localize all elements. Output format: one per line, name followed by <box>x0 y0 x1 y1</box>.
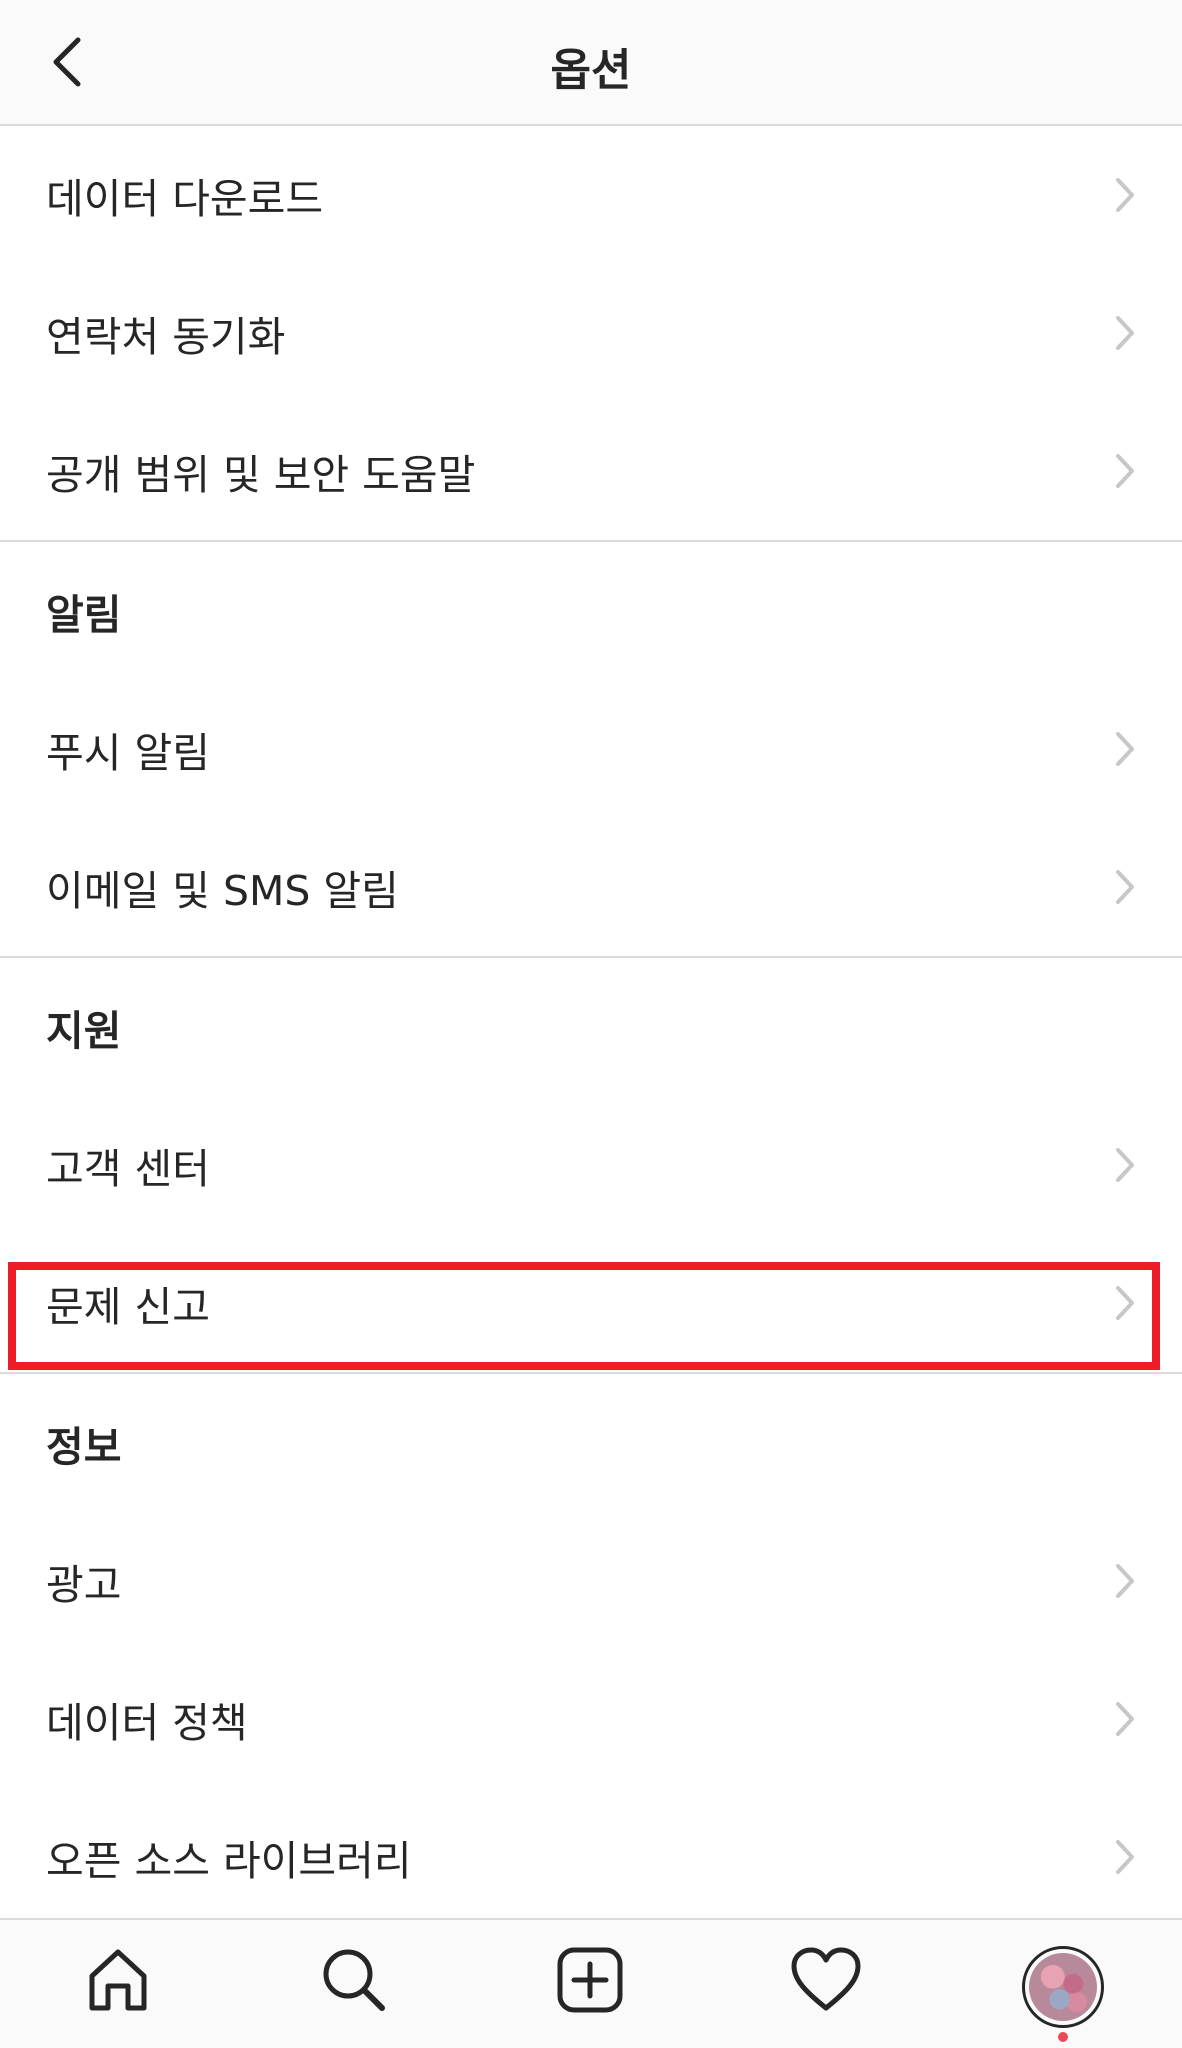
list-item-contact-sync[interactable]: 연락처 동기화 <box>0 264 1182 402</box>
list-item-label: 문제 신고 <box>46 1283 210 1331</box>
list-item-label: 이메일 및 SMS 알림 <box>46 867 399 915</box>
list-item-help-center[interactable]: 고객 센터 <box>0 1096 1182 1234</box>
section-header-support: 지원 <box>46 1007 122 1055</box>
list-item-data-download[interactable]: 데이터 다운로드 <box>0 126 1182 264</box>
tab-add-post[interactable] <box>550 1940 630 2020</box>
chevron-right-icon <box>1110 1696 1140 1742</box>
tab-profile-avatar[interactable] <box>1022 1946 1104 2028</box>
list-item-label: 광고 <box>46 1561 122 1609</box>
section-header-notifications: 알림 <box>46 591 122 639</box>
list-item-report-problem[interactable]: 문제 신고 <box>0 1234 1182 1372</box>
list-item-label: 공개 범위 및 보안 도움말 <box>46 451 476 499</box>
chevron-right-icon <box>1110 310 1140 356</box>
heart-icon <box>791 1947 861 2011</box>
list-item-label: 연락처 동기화 <box>46 313 286 361</box>
section-header-info: 정보 <box>46 1423 122 1471</box>
add-post-icon <box>557 1947 623 2013</box>
chevron-right-icon <box>1110 864 1140 910</box>
list-item-push-notifications[interactable]: 푸시 알림 <box>0 680 1182 818</box>
search-icon <box>323 1949 385 2011</box>
list-item-ads[interactable]: 광고 <box>0 1512 1182 1650</box>
tab-home[interactable] <box>78 1940 158 2020</box>
list-item-privacy-security-help[interactable]: 공개 범위 및 보안 도움말 <box>0 402 1182 540</box>
chevron-right-icon <box>1110 448 1140 494</box>
list-item-email-sms-notifications[interactable]: 이메일 및 SMS 알림 <box>0 818 1182 956</box>
tab-search[interactable] <box>314 1940 394 2020</box>
list-item-open-source-libraries[interactable]: 오픈 소스 라이브러리 <box>0 1788 1182 1926</box>
chevron-right-icon <box>1110 1142 1140 1188</box>
options-list: 데이터 다운로드 연락처 동기화 공개 범위 및 보안 도움말 알림 푸시 알림… <box>0 126 1182 1926</box>
list-item-data-policy[interactable]: 데이터 정책 <box>0 1650 1182 1788</box>
tab-activity[interactable] <box>786 1940 866 2020</box>
top-navigation-bar: 옵션 <box>0 0 1182 126</box>
chevron-right-icon <box>1110 172 1140 218</box>
chevron-right-icon <box>1110 726 1140 772</box>
home-icon <box>89 1949 147 2011</box>
list-item-label: 푸시 알림 <box>46 729 210 777</box>
notification-dot <box>1058 2032 1068 2042</box>
chevron-right-icon <box>1110 1280 1140 1326</box>
list-item-label: 데이터 정책 <box>46 1699 248 1747</box>
list-item-label: 데이터 다운로드 <box>46 175 324 223</box>
chevron-right-icon <box>1110 1834 1140 1880</box>
bottom-tab-bar <box>0 1918 1182 2048</box>
list-item-label: 오픈 소스 라이브러리 <box>46 1837 412 1885</box>
avatar <box>1029 1953 1097 2021</box>
list-item-label: 고객 센터 <box>46 1145 210 1193</box>
chevron-right-icon <box>1110 1558 1140 1604</box>
page-title: 옵션 <box>550 45 632 96</box>
